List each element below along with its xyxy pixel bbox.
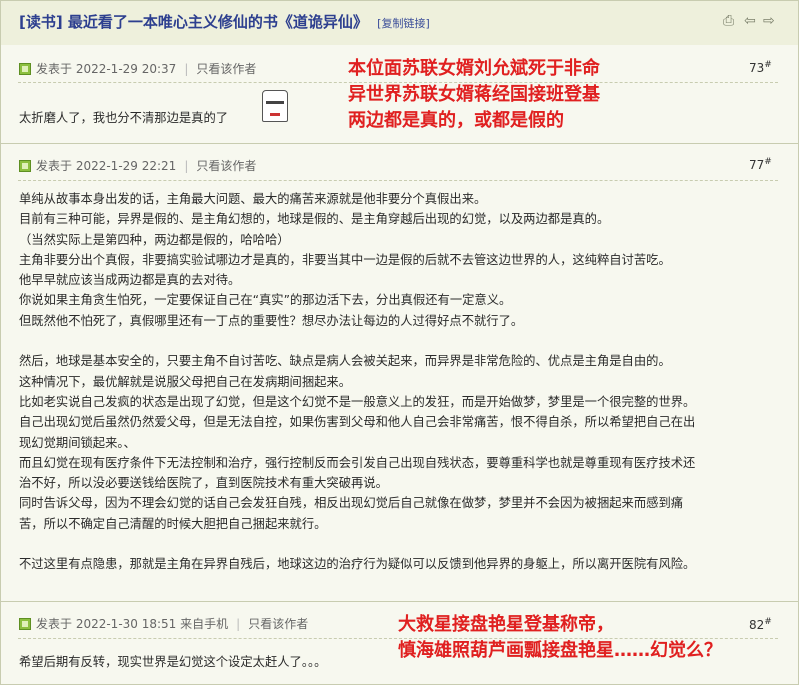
copy-link[interactable]: [复制链接] [377, 17, 430, 30]
post-line: 而且幻觉在现有医疗条件下无法控制和治疗，强行控制反而会引发自己出现自残状态，要尊… [19, 455, 696, 470]
prev-thread-icon[interactable]: ⇦ [744, 13, 756, 29]
post-line: 你说如果主角贪生怕死，一定要保证自己在“真实”的那边活下去，分出真假还有一定意义… [19, 293, 512, 308]
post-line: 希望后期有反转，现实世界是幻觉这个设定太赶人了。。。 [19, 655, 327, 669]
post-meta: 发表于 2022-1-29 20:37 | 只看该作者 [19, 60, 256, 78]
post-line: 现幻觉期间锁起来。、 [19, 435, 136, 450]
post-line: 然后，地球是基本安全的，只要主角不自讨苦吃、缺点是病人会被关起来，而异界是非常危… [19, 354, 671, 369]
post-line: 同时告诉父母，因为不理会幻觉的话自己会发狂自残，相反出现幻觉后自己就像在做梦，梦… [19, 496, 684, 511]
post-line: 但既然他不怕死了，真假哪里还有一丁点的重要性？想尽办法让每边的人过得好点不就行了… [19, 313, 524, 328]
post-user-icon [19, 618, 31, 630]
post-content: 太折磨人了，我也分不清那边是真的了 [19, 108, 228, 128]
print-icon[interactable]: ⎙ [723, 13, 734, 29]
red-annotation: 本位面苏联女婿刘允斌死于非命 异世界苏联女婿蒋经国接班登基 两边都是真的，或都是… [348, 58, 600, 131]
post-line: （当然实际上是第四种，两边都是假的，哈哈哈） [19, 232, 290, 247]
post-line: 目前有三种可能，异界是假的、是主角幻想的，地球是假的、是主角穿越后出现的幻觉，以… [19, 212, 610, 227]
post-line: 主角非要分出个真假，非要搞实验试哪边才是真的，非要当其中一边是假的后就不去管这边… [19, 252, 671, 267]
author-only-link[interactable]: 只看该作者 [248, 617, 308, 631]
post-line: 不过这里有点隐患，那就是主角在异界自残后，地球这边的治疗行为疑似可以反馈到他异界… [19, 557, 696, 572]
divider [18, 180, 778, 181]
post-line [19, 534, 695, 554]
post-line: 自己出现幻觉后虽然仍然爱父母，但是无法自控，如果伤害到父母和他人自己会非常痛苦，… [19, 415, 696, 430]
post-user-icon [19, 63, 31, 75]
post-line [19, 331, 695, 351]
post-line: 苦，所以不确定自己清醒的时候大胆把自己捆起来就行。 [19, 516, 327, 531]
post-line: 太折磨人了，我也分不清那边是真的了 [19, 111, 229, 125]
post-line: 单纯从故事本身出发的话，主角最大问题、最大的痛苦来源就是他非要分个真假出来。 [19, 192, 487, 206]
floor-number[interactable]: 77# [749, 157, 772, 172]
author-only-link[interactable]: 只看该作者 [196, 62, 256, 76]
post-meta: 发表于 2022-1-29 22:21 | 只看该作者 [19, 157, 256, 175]
post-meta: 发表于 2022-1-30 18:51 来自手机 | 只看该作者 [19, 615, 308, 633]
author-only-link[interactable]: 只看该作者 [196, 159, 256, 173]
confused-face-icon [262, 90, 288, 122]
floor-number[interactable]: 82# [749, 617, 772, 632]
post-user-icon [19, 160, 31, 172]
thread-title: [读书] 最近看了一本唯心主义修仙的书《道诡异仙》 [复制链接] [19, 11, 430, 32]
post-line: 比如老实说自己发疯的状态是出现了幻觉，但是这个幻觉不是一般意义上的发狂，而是开始… [19, 394, 696, 409]
post-content: 单纯从故事本身出发的话，主角最大问题、最大的痛苦来源就是他非要分个真假出来。 目… [19, 189, 695, 575]
next-thread-icon[interactable]: ⇨ [763, 13, 775, 29]
post-date: 发表于 2022-1-30 18:51 来自手机 [36, 617, 229, 631]
post-content: 希望后期有反转，现实世界是幻觉这个设定太赶人了。。。 [19, 652, 326, 672]
post-line: 他早早就应该当成两边都是真的去对待。 [19, 273, 241, 288]
thread-title-text: [读书] 最近看了一本唯心主义修仙的书《道诡异仙》 [19, 13, 368, 31]
post-line: 治不好，所以没必要送钱给医院了，直到医院技术有重大突破再说。 [19, 476, 388, 491]
post-date: 发表于 2022-1-29 22:21 [36, 159, 177, 173]
post-date: 发表于 2022-1-29 20:37 [36, 62, 177, 76]
red-annotation: 大救星接盘艳星登基称帝， 慎海雄照葫芦画瓢接盘艳星……幻觉么？ [398, 614, 722, 661]
floor-number[interactable]: 73# [749, 60, 772, 75]
post-line: 这种情况下，最优解就是说服父母把自己在发病期间捆起来。 [19, 374, 352, 389]
